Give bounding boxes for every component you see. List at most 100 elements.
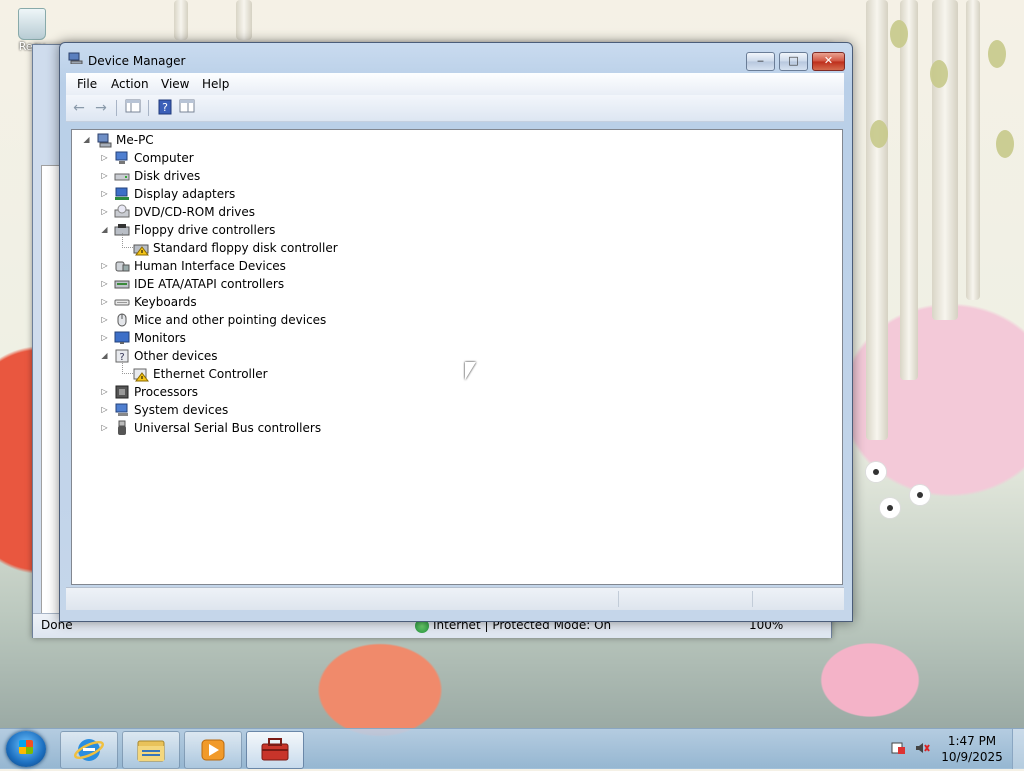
taskbar: 1:47 PM 10/9/2025	[0, 728, 1024, 769]
tree-category-label: Universal Serial Bus controllers	[134, 421, 322, 435]
tree-category-label: Processors	[134, 385, 199, 399]
show-desktop-button[interactable]	[1012, 729, 1024, 769]
tree-category-label: Monitors	[134, 331, 186, 345]
taskbar-device-manager[interactable]	[246, 731, 304, 769]
floppy-controller-warning-icon	[133, 244, 149, 256]
expand-icon[interactable]: ▷	[100, 329, 109, 347]
processor-icon	[115, 385, 129, 399]
menu-view[interactable]: View	[161, 77, 189, 91]
display-adapter-icon	[115, 187, 129, 200]
toolbar-separator	[148, 100, 149, 116]
windows-explorer-icon	[137, 740, 165, 762]
clock-time: 1:47 PM	[947, 734, 997, 748]
system-clock[interactable]: 1:47 PM 10/9/2025	[936, 733, 1008, 765]
tree-device-label: Standard floppy disk controller	[153, 241, 338, 255]
expand-icon[interactable]: ▷	[100, 149, 109, 167]
expand-icon[interactable]: ▷	[100, 401, 109, 419]
system-device-icon	[115, 403, 128, 416]
expand-icon[interactable]: ▷	[100, 311, 109, 329]
forward-button[interactable]: →	[92, 99, 110, 117]
disk-drive-icon	[114, 173, 130, 181]
internet-explorer-icon	[73, 739, 105, 761]
status-bar	[66, 587, 844, 610]
minimize-button[interactable]: ‒	[746, 52, 775, 71]
expand-icon[interactable]: ▷	[100, 185, 109, 203]
taskbar-internet-explorer[interactable]	[60, 731, 118, 769]
device-manager-icon	[68, 52, 83, 64]
collapse-icon[interactable]: ◢	[100, 347, 109, 365]
taskbar-media-player[interactable]	[184, 731, 242, 769]
recycle-bin-icon	[18, 8, 46, 40]
computer-icon	[97, 133, 112, 148]
tree-category-label: IDE ATA/ATAPI controllers	[134, 277, 285, 291]
tree-category-label: Disk drives	[134, 169, 201, 183]
minimize-icon: ‒	[757, 54, 764, 67]
tree-category-label: Floppy drive controllers	[134, 223, 276, 237]
tree-category-label: Computer	[134, 151, 194, 165]
ie-content-area[interactable]	[41, 165, 61, 617]
menu-help[interactable]: Help	[202, 77, 229, 91]
window-title: Device Manager	[88, 54, 186, 68]
action-center-icon[interactable]	[890, 741, 906, 755]
show-hide-console-tree-icon	[125, 99, 141, 113]
properties-icon	[179, 99, 195, 113]
computer-icon	[115, 151, 128, 164]
expand-icon[interactable]: ▷	[100, 257, 109, 275]
device-tree[interactable]: ◢ Me-PC ▷ Computer ▷ Disk drives ▷ Display ad…	[71, 129, 843, 585]
tree-device-label: Ethernet Controller	[153, 367, 268, 381]
help-icon: ?	[158, 99, 172, 115]
windows-logo-icon	[19, 740, 33, 754]
tree-category-label: Mice and other pointing devices	[134, 313, 327, 327]
maximize-button[interactable]: □	[779, 52, 808, 71]
close-button[interactable]: ✕	[812, 52, 845, 71]
tree-category-label: DVD/CD-ROM drives	[134, 205, 256, 219]
toolbar-separator	[116, 100, 117, 116]
device-manager-window: Device Manager ‒ □ ✕ File Action View He…	[59, 42, 853, 622]
status-pane	[618, 591, 751, 607]
expand-icon[interactable]: ▷	[100, 383, 109, 401]
collapse-icon[interactable]: ◢	[100, 221, 109, 239]
menu-action[interactable]: Action	[111, 77, 149, 91]
close-icon: ✕	[823, 54, 834, 67]
toolbar: ← → ?	[66, 95, 844, 122]
expand-icon[interactable]: ▷	[100, 293, 109, 311]
collapse-icon[interactable]: ◢	[82, 131, 91, 149]
maximize-icon: □	[788, 54, 799, 67]
tree-category-label: Human Interface Devices	[134, 259, 286, 273]
ide-controller-icon	[114, 280, 130, 289]
usb-icon	[118, 420, 126, 435]
taskbar-windows-explorer[interactable]	[122, 731, 180, 769]
help-button[interactable]: ?	[156, 99, 174, 117]
menu-bar: File Action View Help	[66, 73, 844, 95]
tree-category-label: Keyboards	[134, 295, 197, 309]
back-button[interactable]: ←	[70, 99, 88, 117]
expand-icon[interactable]: ▷	[100, 167, 109, 185]
expand-icon[interactable]: ▷	[100, 203, 109, 221]
speaker-muted-icon[interactable]	[914, 741, 930, 755]
menu-file[interactable]: File	[77, 77, 97, 91]
show-hide-console-tree-button[interactable]	[124, 99, 142, 117]
back-arrow-icon: ←	[73, 100, 85, 116]
expand-icon[interactable]: ▷	[100, 275, 109, 293]
mouse-cursor	[465, 362, 476, 380]
hid-icon	[115, 261, 130, 272]
ethernet-warning-icon	[133, 368, 149, 382]
mouse-icon	[117, 313, 127, 327]
tree-category-label: Other devices	[134, 349, 218, 363]
clock-date: 10/9/2025	[941, 750, 1003, 764]
start-button[interactable]	[6, 731, 46, 767]
monitor-icon	[114, 331, 130, 344]
status-pane	[752, 591, 843, 607]
tree-root-label: Me-PC	[116, 133, 154, 147]
expand-icon[interactable]: ▷	[100, 419, 109, 437]
tree-category-label: System devices	[134, 403, 229, 417]
device-manager-toolbox-icon	[261, 738, 289, 761]
media-player-icon	[201, 739, 225, 761]
svg-text:?: ?	[162, 101, 168, 114]
tree-category-label: Display adapters	[134, 187, 236, 201]
dvd-drive-icon	[114, 204, 130, 218]
keyboard-icon	[114, 299, 130, 306]
properties-button[interactable]	[178, 99, 196, 117]
forward-arrow-icon: →	[95, 100, 107, 116]
title-bar[interactable]: Device Manager ‒ □ ✕	[60, 43, 852, 73]
